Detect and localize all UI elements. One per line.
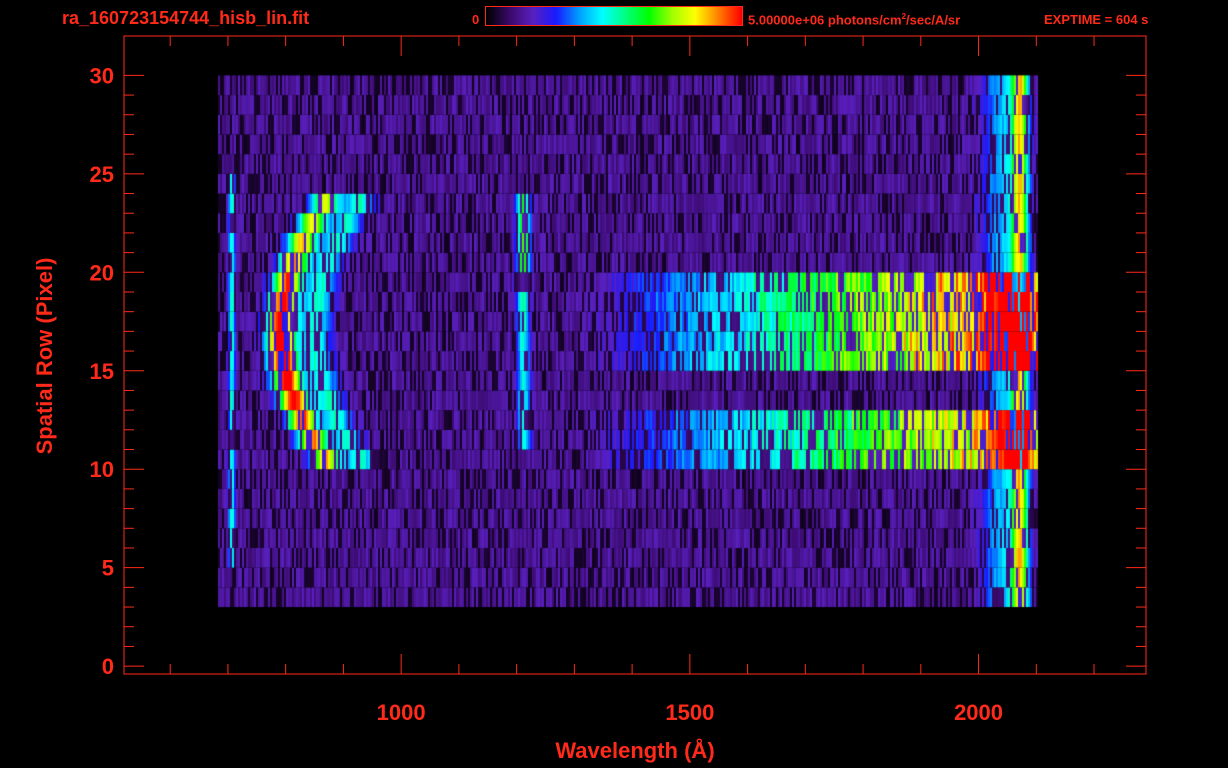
y-axis-label: Spatial Row (Pixel) xyxy=(32,258,57,455)
x-tick-label: 1000 xyxy=(377,700,426,725)
y-tick-label: 0 xyxy=(102,654,114,679)
heatmap-image xyxy=(124,36,1146,674)
y-tick-label: 25 xyxy=(90,162,114,187)
y-tick-label: 10 xyxy=(90,457,114,482)
y-tick-label: 20 xyxy=(90,260,114,285)
y-tick-label: 30 xyxy=(90,63,114,88)
x-tick-label: 1500 xyxy=(665,700,714,725)
x-axis-label: Wavelength (Å) xyxy=(555,737,714,763)
y-tick-label: 5 xyxy=(102,556,114,581)
x-tick-label: 2000 xyxy=(954,700,1003,725)
spectral-image-viewer: ra_160723154744_hisb_lin.fit 0 5.00000e+… xyxy=(0,0,1228,768)
spectral-heatmap-chart: 1000 1500 2000051015202530 Wavelength (Å) … xyxy=(32,35,1147,763)
y-tick-label: 15 xyxy=(90,359,114,384)
